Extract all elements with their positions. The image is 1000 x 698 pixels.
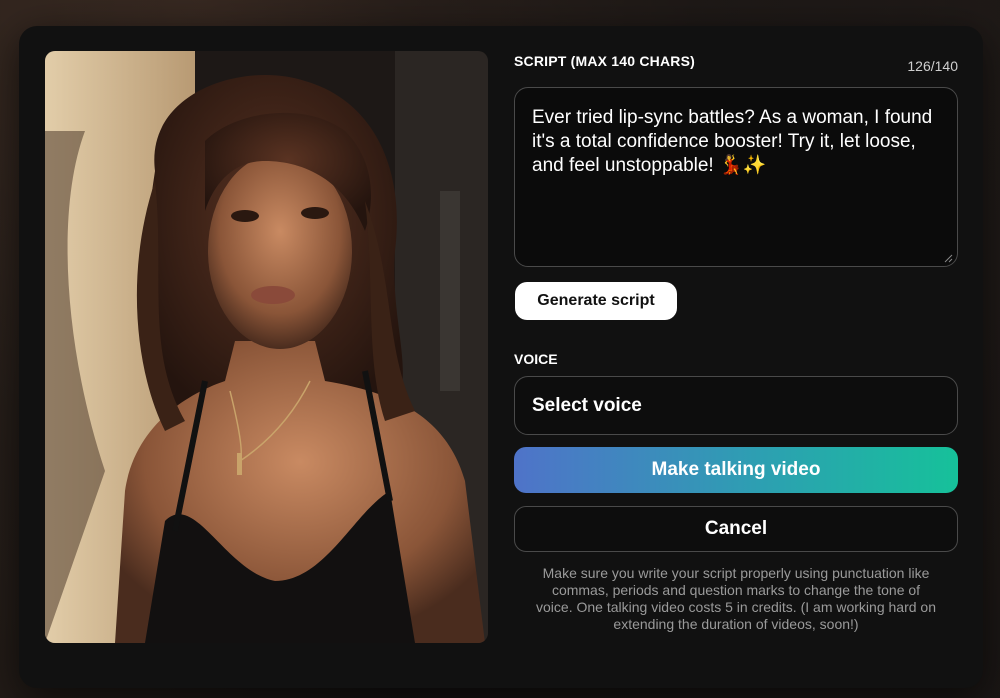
cancel-button[interactable]: Cancel [514, 506, 958, 552]
make-talking-video-button[interactable]: Make talking video [514, 447, 958, 493]
voice-select[interactable]: Select voice [514, 376, 958, 435]
voice-label: VOICE [514, 351, 558, 367]
script-label: SCRIPT (MAX 140 CHARS) [514, 53, 695, 69]
char-counter: 126/140 [907, 58, 958, 74]
generate-script-button[interactable]: Generate script [515, 282, 677, 320]
resize-handle-icon[interactable] [943, 253, 953, 263]
script-text: Ever tried lip-sync battles? As a woman,… [532, 107, 933, 176]
info-note: Make sure you write your script properly… [536, 565, 936, 632]
portrait-photo [45, 51, 488, 643]
form-panel: SCRIPT (MAX 140 CHARS) 126/140 Ever trie… [514, 51, 958, 632]
script-header: SCRIPT (MAX 140 CHARS) 126/140 [514, 51, 958, 81]
script-textarea[interactable]: Ever tried lip-sync battles? As a woman,… [514, 87, 958, 267]
